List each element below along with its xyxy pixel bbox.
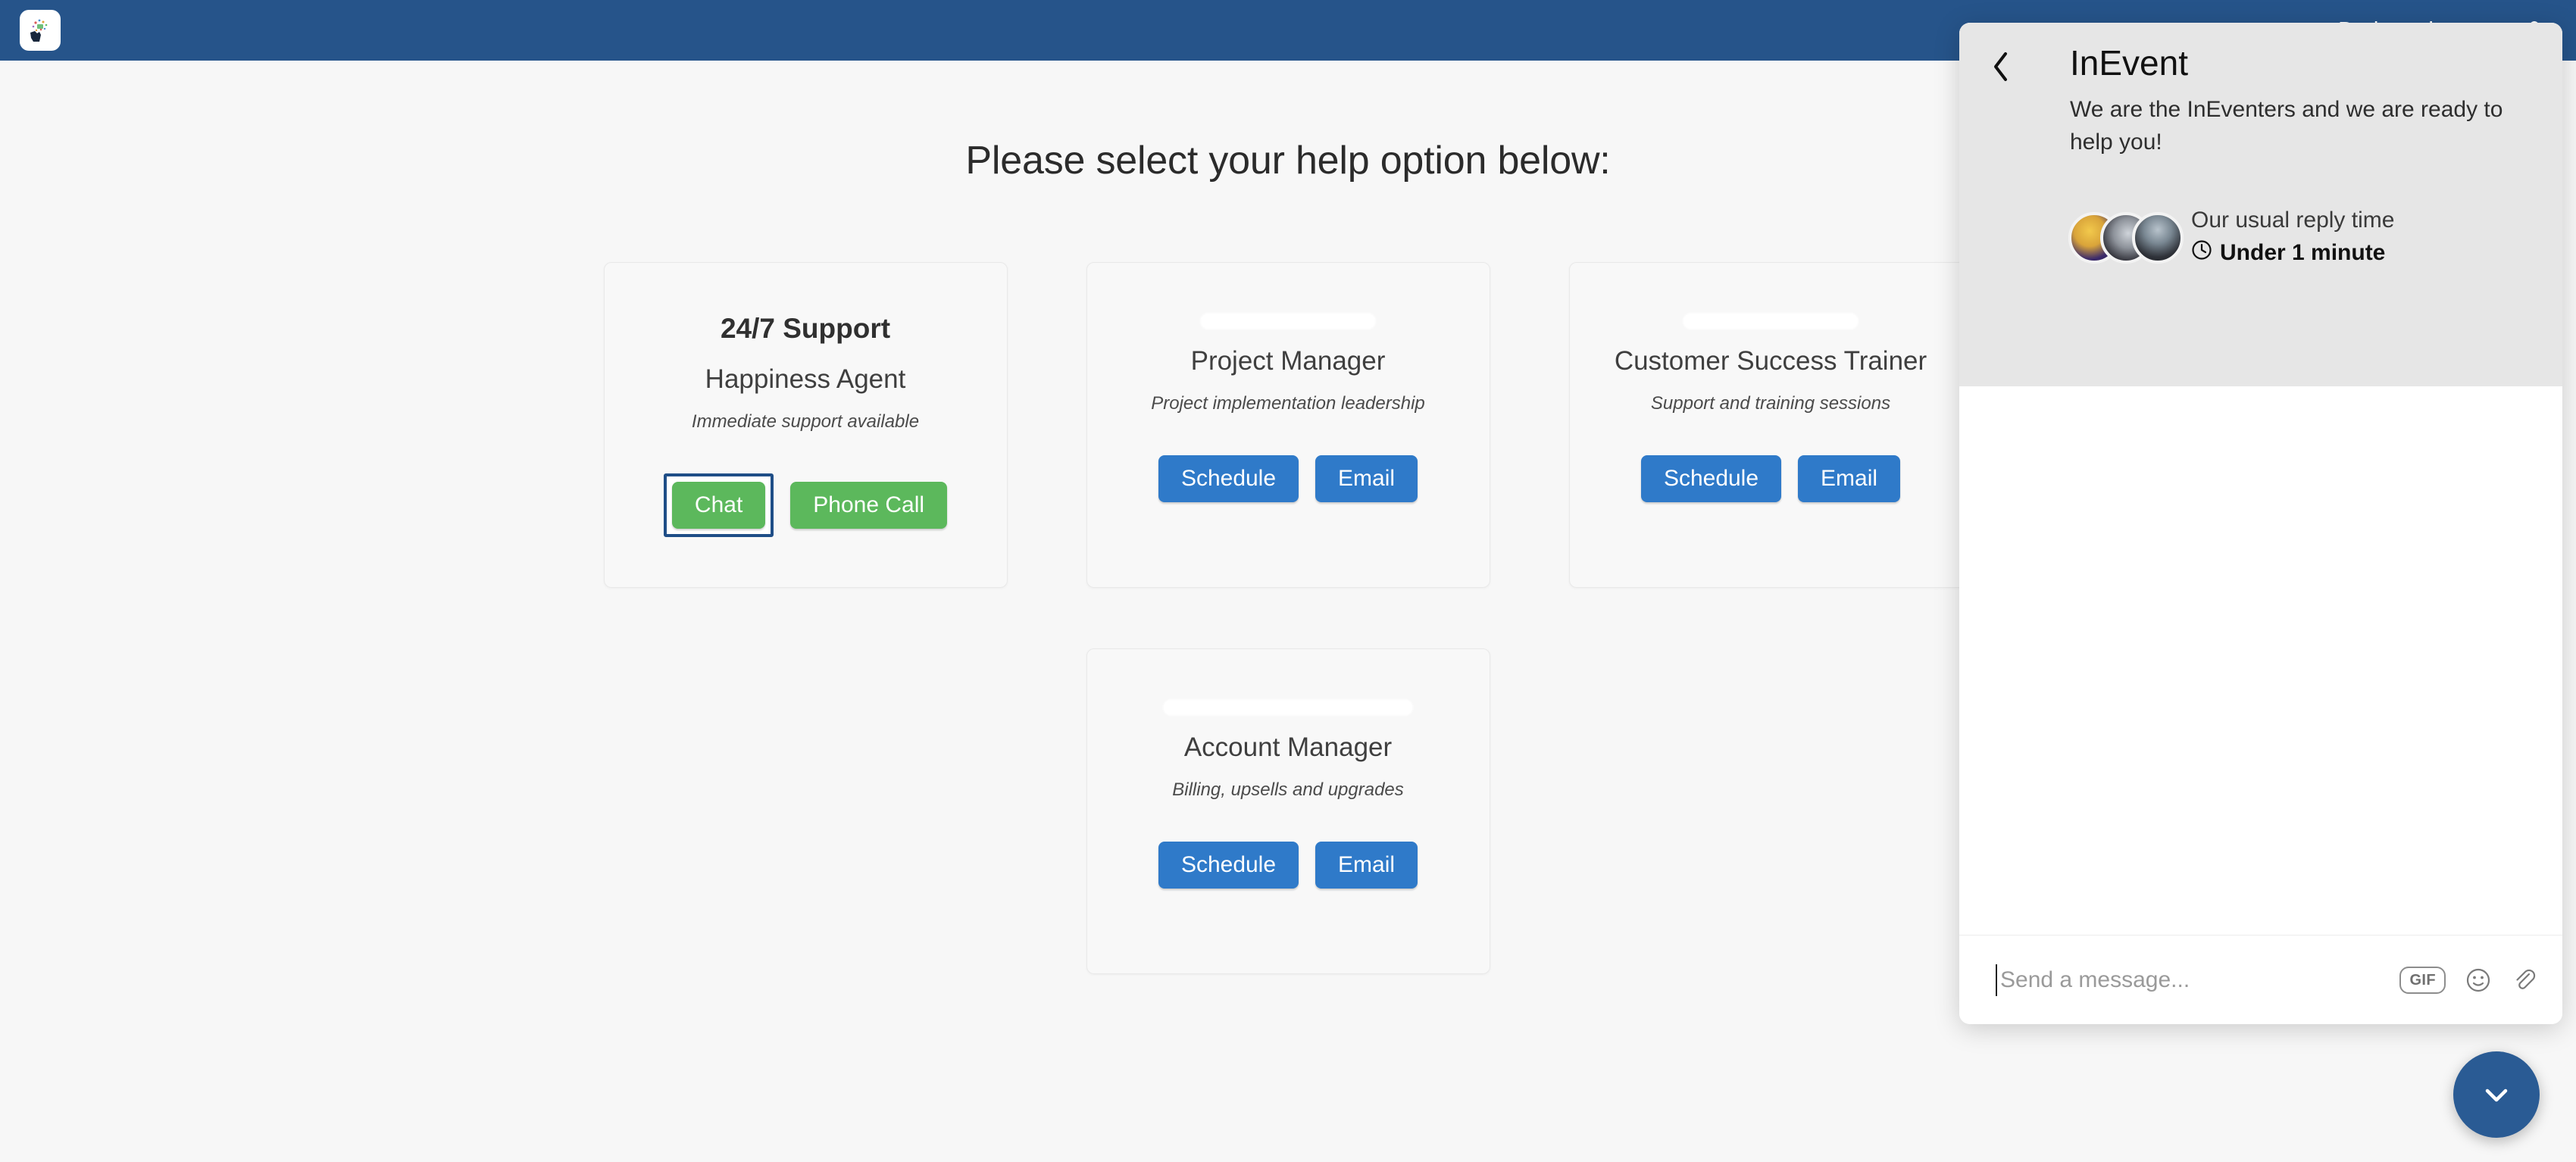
card-actions: Schedule Email <box>1158 455 1418 502</box>
reply-time-label: Our usual reply time <box>2191 208 2395 233</box>
schedule-button[interactable]: Schedule <box>1158 455 1299 502</box>
card-role: Project Manager <box>1190 346 1386 376</box>
composer-icons: GIF <box>2399 966 2537 994</box>
emoji-icon[interactable] <box>2465 967 2491 993</box>
card-description: Project implementation leadership <box>1151 393 1425 414</box>
card-actions: Chat Phone Call <box>663 473 948 537</box>
help-card-account-manager[interactable]: Account Manager Billing, upsells and upg… <box>1086 648 1490 974</box>
chat-widget-header: InEvent We are the InEventers and we are… <box>1959 23 2562 386</box>
chat-button-focus-ring: Chat <box>663 473 774 537</box>
app-logo[interactable] <box>20 10 61 51</box>
chat-tagline: We are the InEventers and we are ready t… <box>2070 97 2503 155</box>
redacted-agent-name <box>1683 313 1859 330</box>
reply-time-text-block: Our usual reply time Under 1 minute <box>2191 208 2394 267</box>
phone-call-button[interactable]: Phone Call <box>790 482 948 529</box>
email-button[interactable]: Email <box>1315 842 1418 889</box>
gif-icon[interactable]: GIF <box>2399 966 2446 994</box>
card-actions: Schedule Email <box>1158 842 1418 889</box>
card-description: Support and training sessions <box>1650 393 1891 414</box>
help-card-support-247[interactable]: 24/7 Support Happiness Agent Immediate s… <box>603 262 1008 588</box>
chevron-down-icon <box>2485 1089 2508 1102</box>
chat-reply-time-block: Our usual reply time Under 1 minute <box>2068 208 2394 267</box>
agent-avatar-stack <box>2068 212 2184 264</box>
card-role: Account Manager <box>1183 732 1393 762</box>
schedule-button[interactable]: Schedule <box>1640 455 1782 502</box>
chat-scrollbar[interactable] <box>2553 392 2559 919</box>
reply-time-value: Under 1 minute <box>2220 240 2386 265</box>
card-description: Immediate support available <box>691 411 920 432</box>
attachment-icon[interactable] <box>2511 967 2537 993</box>
redacted-agent-name <box>1200 313 1376 330</box>
help-card-project-manager[interactable]: Project Manager Project implementation l… <box>1086 262 1490 588</box>
chat-minimize-button[interactable] <box>2453 1051 2540 1138</box>
chat-message-list[interactable] <box>1959 386 2562 935</box>
chat-brand-name: InEvent <box>2070 43 2188 83</box>
card-role: Customer Success Trainer <box>1614 346 1927 376</box>
message-input[interactable] <box>1996 964 2400 996</box>
card-title: 24/7 Support <box>720 313 891 344</box>
email-button[interactable]: Email <box>1798 455 1901 502</box>
email-button[interactable]: Email <box>1315 455 1418 502</box>
brain-head-logo-icon <box>30 19 48 42</box>
avatar <box>2132 212 2184 264</box>
chat-button[interactable]: Chat <box>671 482 766 529</box>
clock-icon <box>2191 239 2212 267</box>
redacted-agent-name <box>1163 699 1413 716</box>
chevron-left-icon[interactable] <box>1991 50 2017 89</box>
chat-composer: GIF <box>1959 935 2562 1024</box>
help-card-customer-success-trainer[interactable]: Customer Success Trainer Support and tra… <box>1568 262 1973 588</box>
card-role: Happiness Agent <box>705 364 906 394</box>
chat-widget[interactable]: InEvent We are the InEventers and we are… <box>1959 23 2562 1024</box>
card-description: Billing, upsells and upgrades <box>1172 779 1404 800</box>
reply-time-value-row: Under 1 minute <box>2191 239 2394 267</box>
schedule-button[interactable]: Schedule <box>1158 842 1299 889</box>
card-actions: Schedule Email <box>1640 455 1901 502</box>
